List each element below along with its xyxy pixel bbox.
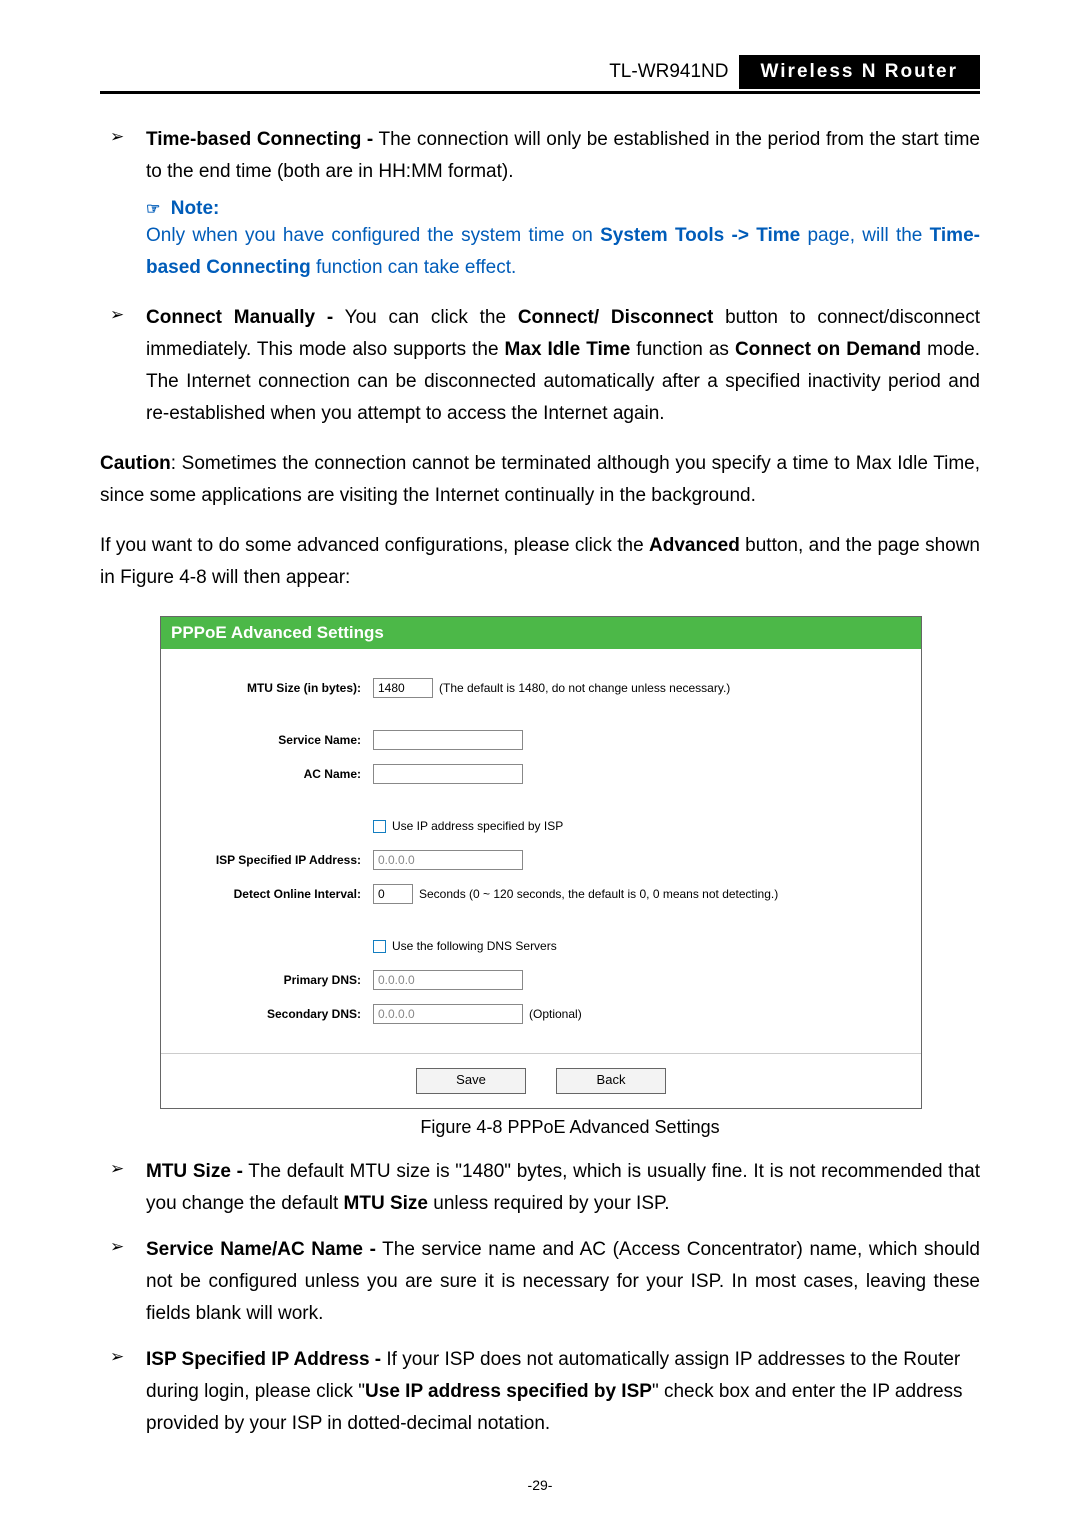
mtu-input[interactable] bbox=[373, 678, 433, 698]
t: You can click the bbox=[333, 307, 518, 328]
bullet-mtu-size: MTU Size - The default MTU size is "1480… bbox=[146, 1156, 980, 1220]
t: Use IP address specified by ISP bbox=[365, 1381, 652, 1402]
document-page: TL-WR941ND Wireless N Router ➢ Time-base… bbox=[0, 0, 1080, 1527]
use-dns-label: Use the following DNS Servers bbox=[392, 939, 557, 953]
t: Connect/ Disconnect bbox=[518, 307, 713, 328]
secondary-dns-input bbox=[373, 1004, 523, 1024]
detect-interval-input[interactable] bbox=[373, 884, 413, 904]
t: function can take effect. bbox=[311, 257, 517, 278]
use-isp-ip-checkbox[interactable] bbox=[373, 820, 386, 833]
t: : Sometimes the connection cannot be ter… bbox=[100, 453, 980, 506]
secondary-dns-label: Secondary DNS: bbox=[161, 1007, 371, 1021]
bullet-isp-ip: ISP Specified IP Address - If your ISP d… bbox=[146, 1344, 980, 1440]
t: MTU Size bbox=[344, 1193, 428, 1214]
t: Caution bbox=[100, 453, 171, 474]
t: Max Idle Time bbox=[505, 339, 631, 360]
detect-interval-label: Detect Online Interval: bbox=[161, 887, 371, 901]
t: If you want to do some advanced configur… bbox=[100, 535, 649, 556]
t: Service Name/AC Name - bbox=[146, 1239, 376, 1260]
bullet-time-based: Time-based Connecting - The connection w… bbox=[146, 124, 980, 188]
bullet-icon: ➢ bbox=[110, 1234, 146, 1330]
bullet-service-ac-name: Service Name/AC Name - The service name … bbox=[146, 1234, 980, 1330]
save-button[interactable]: Save bbox=[416, 1068, 526, 1094]
t: Connect Manually - bbox=[146, 307, 333, 328]
t: Connect on Demand bbox=[735, 339, 921, 360]
primary-dns-input bbox=[373, 970, 523, 990]
detect-interval-hint: Seconds (0 ~ 120 seconds, the default is… bbox=[419, 887, 778, 901]
bullet-connect-manually: Connect Manually - You can click the Con… bbox=[146, 302, 980, 430]
caution-paragraph: Caution: Sometimes the connection cannot… bbox=[100, 448, 980, 512]
note-heading: ☞ Note: bbox=[146, 198, 980, 220]
panel-title: PPPoE Advanced Settings bbox=[161, 617, 921, 649]
mtu-label: MTU Size (in bytes): bbox=[161, 681, 371, 695]
mtu-hint: (The default is 1480, do not change unle… bbox=[439, 681, 730, 695]
t: function as bbox=[630, 339, 735, 360]
page-header: TL-WR941ND Wireless N Router bbox=[100, 55, 980, 94]
primary-dns-label: Primary DNS: bbox=[161, 973, 371, 987]
advanced-intro: If you want to do some advanced configur… bbox=[100, 530, 980, 594]
bullet-icon: ➢ bbox=[110, 1344, 146, 1440]
header-model: TL-WR941ND bbox=[599, 57, 738, 87]
t: Advanced bbox=[649, 535, 740, 556]
page-number: -29- bbox=[0, 1477, 1080, 1493]
t: page, will the bbox=[800, 225, 929, 246]
bullet-icon: ➢ bbox=[110, 124, 146, 188]
figure-caption: Figure 4-8 PPPoE Advanced Settings bbox=[160, 1117, 980, 1138]
service-name-input[interactable] bbox=[373, 730, 523, 750]
ac-name-input[interactable] bbox=[373, 764, 523, 784]
back-button[interactable]: Back bbox=[556, 1068, 666, 1094]
bullet-icon: ➢ bbox=[110, 1156, 146, 1220]
hand-right-icon: ☞ bbox=[146, 201, 160, 218]
t: MTU Size - bbox=[146, 1161, 243, 1182]
note-label: Note: bbox=[171, 198, 220, 219]
use-dns-checkbox[interactable] bbox=[373, 940, 386, 953]
service-name-label: Service Name: bbox=[161, 733, 371, 747]
isp-ip-label: ISP Specified IP Address: bbox=[161, 853, 371, 867]
ac-name-label: AC Name: bbox=[161, 767, 371, 781]
bullet-icon: ➢ bbox=[110, 302, 146, 430]
t: System Tools -> Time bbox=[600, 225, 800, 246]
t: Only when you have configured the system… bbox=[146, 225, 600, 246]
lead: Time-based Connecting - bbox=[146, 129, 373, 150]
use-isp-ip-label: Use IP address specified by ISP bbox=[392, 819, 563, 833]
figure-pppoe-advanced: PPPoE Advanced Settings MTU Size (in byt… bbox=[160, 616, 980, 1138]
isp-ip-input bbox=[373, 850, 523, 870]
t: unless required by your ISP. bbox=[428, 1193, 670, 1214]
header-product: Wireless N Router bbox=[739, 55, 981, 89]
optional-label: (Optional) bbox=[529, 1007, 582, 1021]
note-body: Only when you have configured the system… bbox=[146, 220, 980, 284]
t: ISP Specified IP Address - bbox=[146, 1349, 381, 1370]
